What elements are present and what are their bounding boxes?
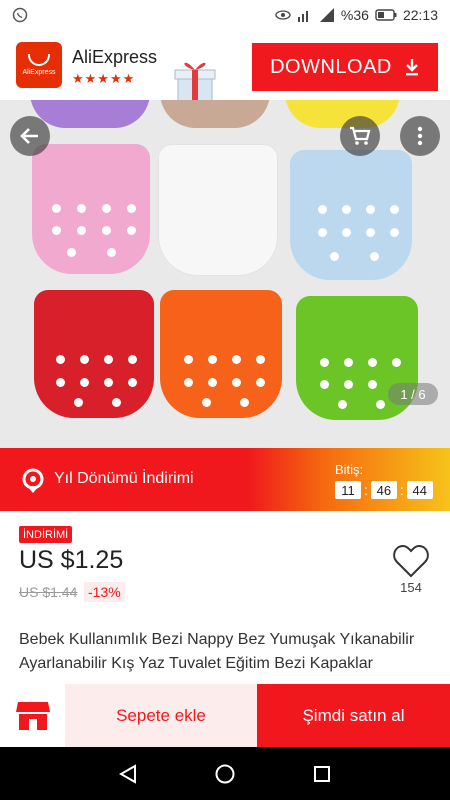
mobile-data-icon bbox=[297, 11, 308, 22]
heart-icon[interactable] bbox=[392, 542, 430, 580]
shopping-cart-icon bbox=[350, 126, 371, 145]
download-icon bbox=[405, 59, 418, 76]
back-triangle-icon[interactable] bbox=[117, 763, 139, 785]
download-button[interactable]: DOWNLOAD bbox=[252, 43, 438, 91]
store-button[interactable] bbox=[0, 684, 65, 747]
aliexpress-logo: AliExpress bbox=[16, 42, 62, 88]
timer-minutes: 46 bbox=[370, 481, 397, 499]
promo-ends-label: Bitiş: bbox=[335, 462, 364, 477]
whatsapp-icon bbox=[12, 7, 28, 23]
back-button[interactable] bbox=[10, 116, 50, 156]
home-circle-icon[interactable] bbox=[214, 763, 236, 785]
promo-bar[interactable]: Yıl Dönümü İndirimi Bitiş: 11 : 46 : 44 bbox=[0, 448, 450, 511]
image-counter: 1 / 6 bbox=[388, 383, 438, 405]
gift-icon bbox=[174, 62, 216, 103]
more-options-button[interactable] bbox=[400, 116, 440, 156]
rating-stars: ★★★★★ bbox=[72, 71, 136, 86]
store-icon bbox=[15, 701, 50, 730]
timer-seconds: 44 bbox=[406, 481, 433, 499]
countdown-timer: 11 : 46 : 44 bbox=[335, 481, 433, 499]
current-price: US $1.25 bbox=[19, 546, 124, 574]
cart-button[interactable] bbox=[340, 116, 380, 156]
download-label: DOWNLOAD bbox=[270, 55, 392, 78]
bottom-action-bar: Sepete ekle Şimdi satın al bbox=[0, 684, 450, 747]
system-nav-bar bbox=[0, 747, 450, 800]
recents-square-icon[interactable] bbox=[311, 763, 333, 785]
product-screen: %36 22:13 AliExpress AliExpress ★★★★★ DO… bbox=[0, 0, 450, 800]
clock: 22:13 bbox=[402, 7, 438, 23]
sale-badge: İNDİRİMİ bbox=[19, 526, 73, 543]
battery-percent: %36 bbox=[340, 7, 369, 23]
more-vertical-icon bbox=[417, 126, 423, 146]
discount-badge: -13% bbox=[84, 582, 125, 602]
location-pin-icon bbox=[22, 468, 44, 493]
eye-icon bbox=[275, 10, 291, 20]
app-download-banner: AliExpress AliExpress ★★★★★ DOWNLOAD bbox=[0, 30, 450, 103]
wishlist-count: 154 bbox=[400, 580, 422, 595]
battery-icon bbox=[375, 9, 397, 21]
product-title: Bebek Kullanımlık Bezi Nappy Bez Yumuşak… bbox=[19, 631, 415, 672]
add-to-cart-button[interactable]: Sepete ekle bbox=[65, 684, 257, 747]
original-price: US $1.44 bbox=[19, 584, 78, 600]
buy-now-button[interactable]: Şimdi satın al bbox=[257, 684, 450, 747]
timer-hours: 11 bbox=[335, 481, 361, 499]
status-bar: %36 22:13 bbox=[0, 0, 450, 30]
signal-icon bbox=[319, 8, 334, 22]
promo-title: Yıl Dönümü İndirimi bbox=[54, 470, 194, 487]
logo-text: AliExpress bbox=[22, 69, 56, 76]
app-name: AliExpress bbox=[72, 47, 158, 67]
arrow-left-icon bbox=[20, 128, 38, 144]
product-image-gallery[interactable]: 1 / 6 bbox=[0, 100, 450, 448]
